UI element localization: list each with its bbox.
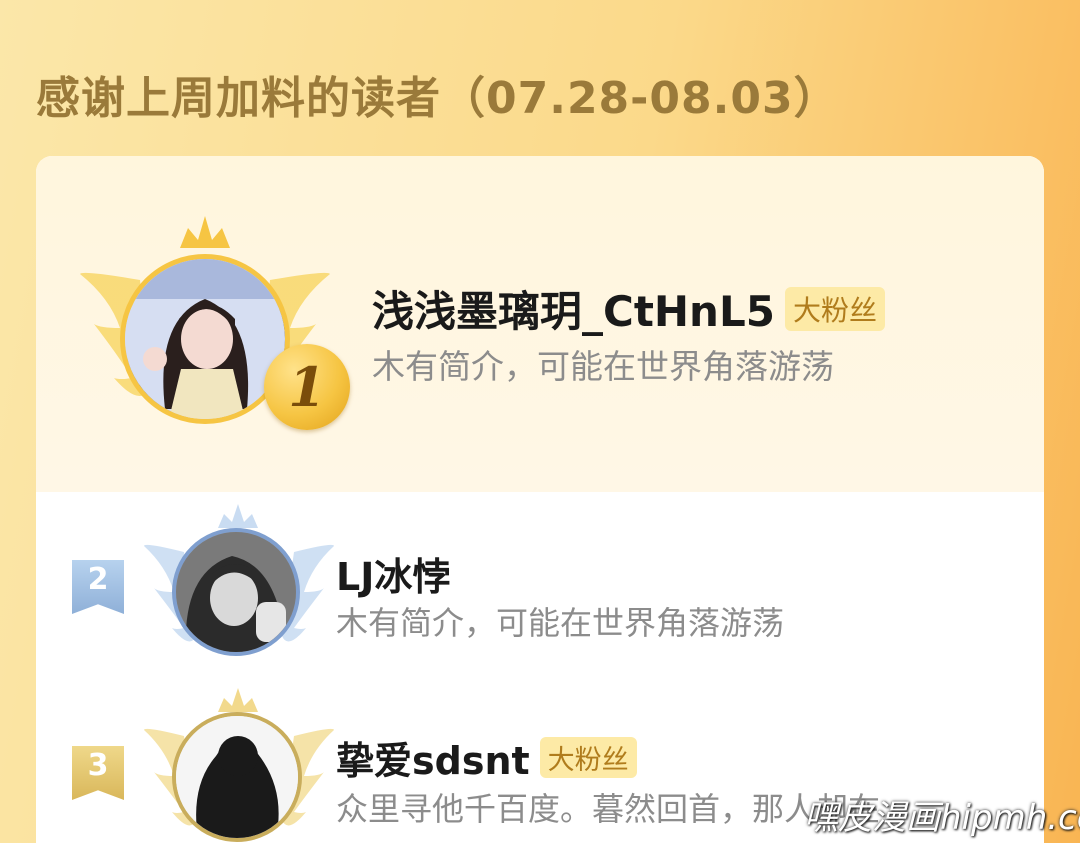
user-name-text: LJ冰悖: [336, 555, 451, 599]
user-name-text: 挚爱sdsnt: [336, 739, 530, 783]
user-name-2[interactable]: LJ冰悖: [336, 546, 450, 601]
fan-badge: 大粉丝: [784, 286, 885, 331]
avatar-frame-gold: 1: [80, 208, 350, 448]
user-name-1[interactable]: 浅浅墨璃玥_CtHnL5 大粉丝: [372, 278, 885, 339]
user-name-text: 浅浅墨璃玥_CtHnL5: [372, 287, 775, 336]
rank-3-ribbon: 3: [72, 746, 124, 800]
avatar-image[interactable]: [172, 712, 302, 842]
rank-1-medal: 1: [264, 344, 350, 430]
site-watermark: 嘿皮漫画hipmh.com: [804, 798, 1080, 838]
avatar-girl-grayscale-icon: [176, 532, 296, 652]
avatar-silhouette-icon: [176, 716, 298, 838]
rank-row-1[interactable]: 1 浅浅墨璃玥_CtHnL5 大粉丝 木有简介，可能在世界角落游荡: [36, 156, 1044, 492]
avatar-image[interactable]: [172, 528, 300, 656]
user-bio-2: 木有简介，可能在世界角落游荡: [336, 604, 785, 642]
user-name-3[interactable]: 挚爱sdsnt 大粉丝: [336, 730, 637, 785]
user-bio-1: 木有简介，可能在世界角落游荡: [372, 347, 834, 386]
rank-row-2[interactable]: 2 LJ冰悖 木有简介，可能在世界角落游荡: [36, 492, 1044, 672]
avatar-frame-silver: [144, 502, 334, 672]
fan-badge: 大粉丝: [539, 737, 637, 778]
avatar-image[interactable]: [120, 254, 290, 424]
user-bio-3: 众里寻他千百度。暮然回首，那人却在: [336, 790, 881, 828]
ranking-card: 1 浅浅墨璃玥_CtHnL5 大粉丝 木有简介，可能在世界角落游荡 2 LJ冰悖…: [36, 156, 1044, 843]
page-header-title: 感谢上周加料的读者（07.28-08.03）: [36, 73, 839, 124]
avatar-girl-dark-hair-icon: [125, 259, 285, 419]
avatar-frame-bronze: [144, 686, 334, 843]
rank-2-ribbon: 2: [72, 560, 124, 614]
